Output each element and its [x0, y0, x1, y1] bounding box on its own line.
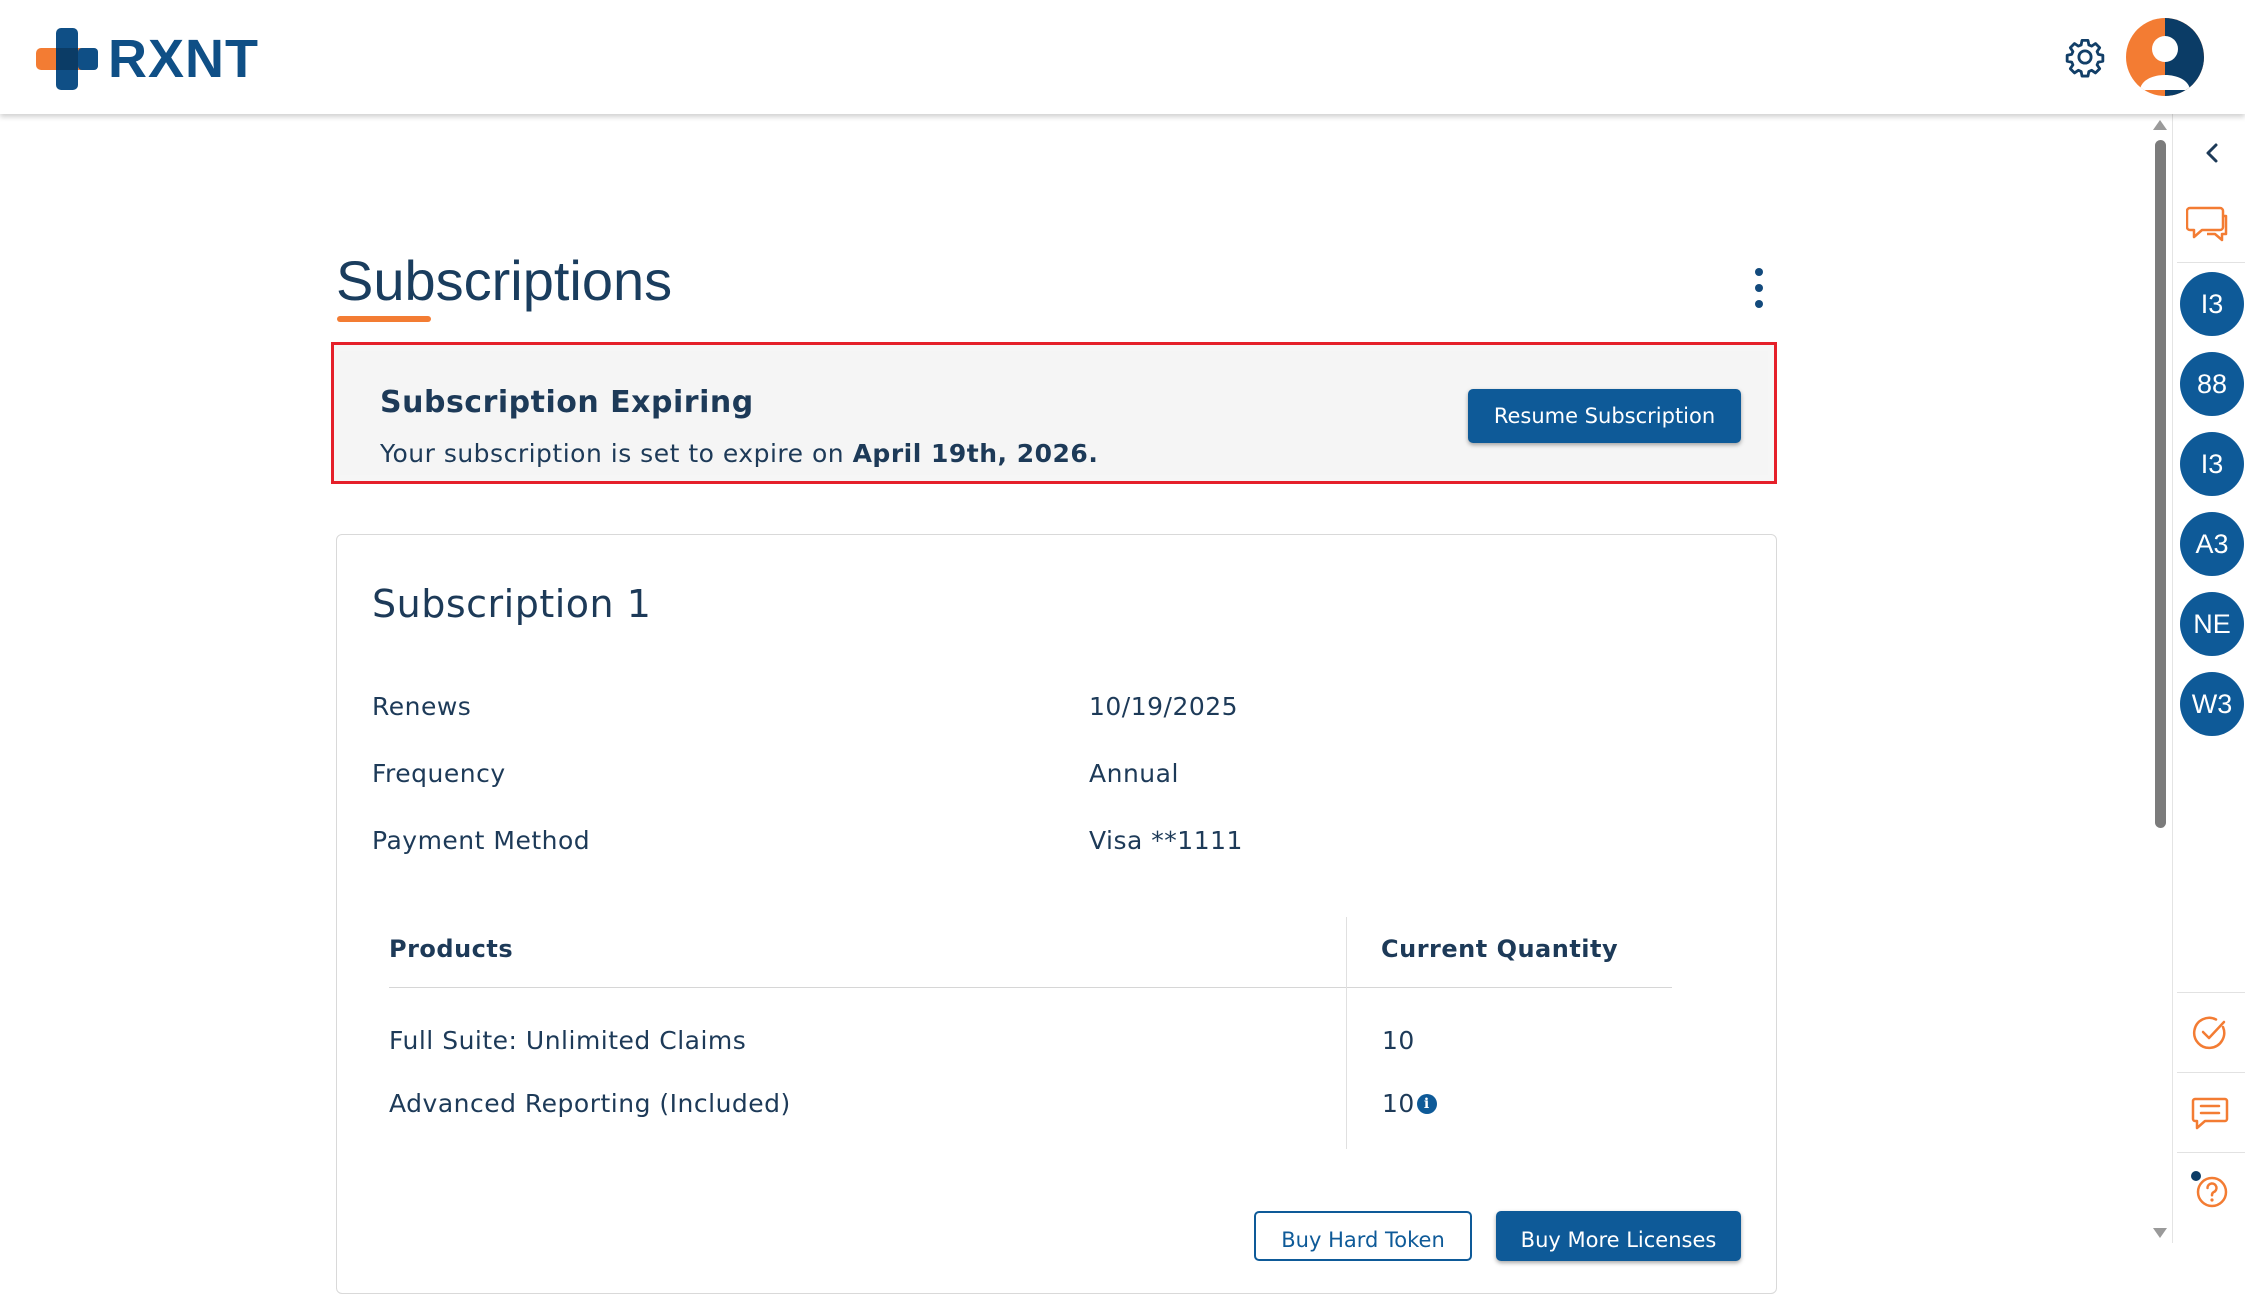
gear-icon[interactable]	[2064, 36, 2106, 78]
rail-divider	[2177, 1072, 2245, 1073]
alert-message-prefix: Your subscription is set to expire on	[380, 439, 853, 468]
kebab-menu-icon[interactable]	[1748, 268, 1770, 308]
help-icon[interactable]	[2190, 1170, 2230, 1210]
table-row-product: Advanced Reporting (Included)	[389, 1089, 791, 1118]
alert-title: Subscription Expiring	[380, 385, 754, 420]
table-column-divider	[1346, 917, 1347, 1149]
alert-expiry-date: April 19th, 2026.	[852, 439, 1099, 468]
rail-bubble-1[interactable]: I3	[2180, 272, 2244, 336]
title-underline	[337, 316, 431, 322]
table-row-quantity-cell: 10 i	[1382, 1089, 1437, 1118]
table-header-divider	[389, 987, 1672, 988]
frequency-label: Frequency	[372, 759, 506, 788]
rail-bubble-5[interactable]: NE	[2180, 592, 2244, 656]
rail-divider	[2177, 992, 2245, 993]
scrollbar-thumb[interactable]	[2155, 140, 2166, 828]
user-avatar[interactable]	[2126, 18, 2204, 96]
chevron-left-icon[interactable]	[2200, 138, 2224, 168]
brand-name: RXNT	[108, 29, 259, 89]
rail-divider	[2177, 262, 2245, 263]
table-row-quantity: 10	[1382, 1089, 1415, 1118]
rail-bubble-3[interactable]: I3	[2180, 432, 2244, 496]
scroll-down-arrow-icon[interactable]	[2153, 1228, 2167, 1238]
buy-hard-token-button[interactable]: Buy Hard Token	[1254, 1211, 1472, 1261]
page-title: Subscriptions	[336, 249, 673, 312]
message-icon[interactable]	[2190, 1093, 2230, 1133]
table-row-quantity: 10	[1382, 1026, 1415, 1055]
payment-method-label: Payment Method	[372, 826, 591, 855]
frequency-value: Annual	[1089, 759, 1179, 788]
info-icon[interactable]: i	[1416, 1094, 1437, 1114]
rail-bubble-2[interactable]: 88	[2180, 352, 2244, 416]
buy-more-licenses-button[interactable]: Buy More Licenses	[1496, 1211, 1741, 1261]
resume-subscription-button[interactable]: Resume Subscription	[1468, 389, 1741, 443]
table-row-product: Full Suite: Unlimited Claims	[389, 1026, 747, 1055]
renews-value: 10/19/2025	[1089, 692, 1239, 721]
rail-bubble-6[interactable]: W3	[2180, 672, 2244, 736]
rail-bubble-4[interactable]: A3	[2180, 512, 2244, 576]
renews-label: Renews	[372, 692, 472, 721]
avatar-icon	[2126, 18, 2204, 96]
products-column-header: Products	[389, 935, 514, 963]
quantity-column-header: Current Quantity	[1381, 935, 1619, 963]
scroll-up-arrow-icon[interactable]	[2153, 120, 2167, 130]
top-bar: RXNT	[0, 0, 2245, 114]
rail-divider	[2177, 1152, 2245, 1153]
payment-method-value: Visa **1111	[1089, 826, 1243, 855]
subscription-card	[336, 534, 1777, 1294]
rxnt-cross-icon	[36, 28, 98, 90]
check-circle-icon[interactable]	[2190, 1013, 2230, 1053]
alert-message: Your subscription is set to expire on Ap…	[380, 439, 1098, 468]
rxnt-logo[interactable]: RXNT	[36, 26, 259, 92]
subscription-title: Subscription 1	[372, 582, 652, 626]
chat-icon[interactable]	[2186, 204, 2230, 244]
